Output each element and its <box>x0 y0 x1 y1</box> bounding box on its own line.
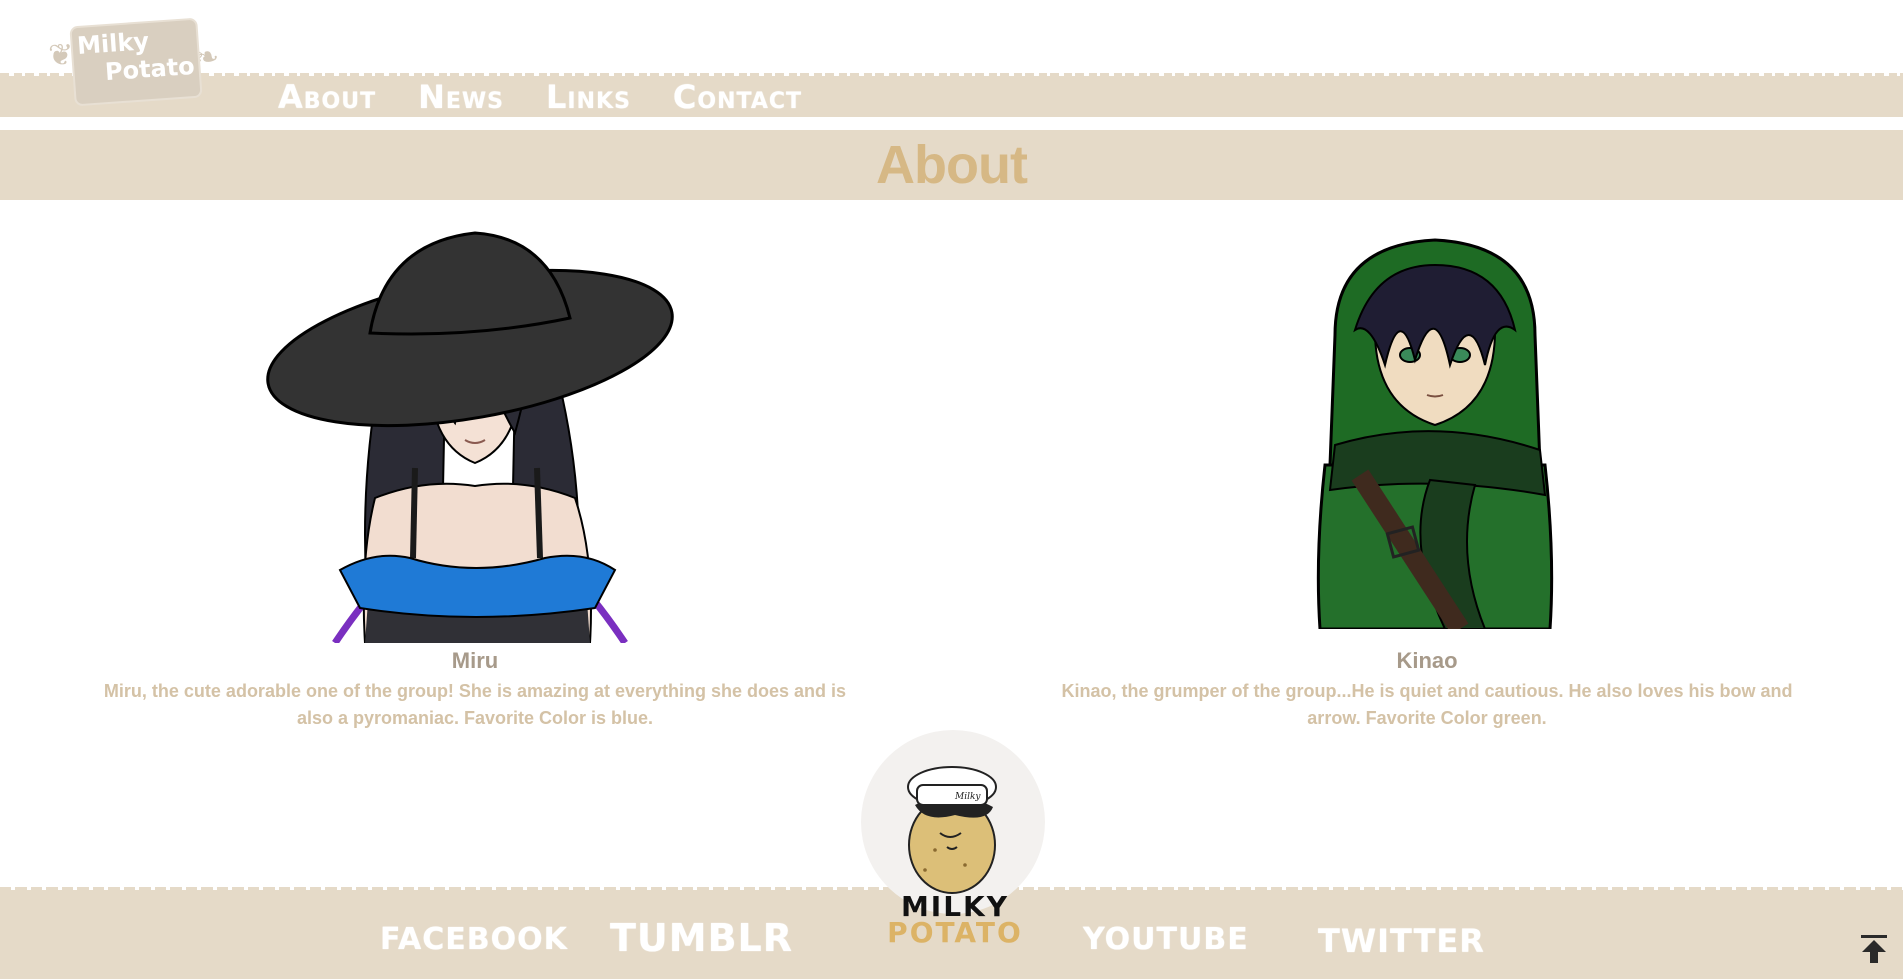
nav-link-links[interactable]: Links <box>546 78 631 116</box>
page-title: About <box>876 135 1028 195</box>
logo-text: Milky Potato <box>76 24 195 88</box>
nav-link-news[interactable]: News <box>418 78 504 116</box>
logo-swirl-left-ornament: ❦ <box>48 38 74 73</box>
back-to-top-button[interactable] <box>1860 934 1888 964</box>
member-description: Miru, the cute adorable one of the group… <box>103 681 847 728</box>
site-logo[interactable]: ❦ ❧ Milky Potato <box>48 10 224 106</box>
member-card-kinao: Kinao Kinao, the grumper of the group...… <box>1042 648 1812 732</box>
arrow-up-bar-icon <box>1861 935 1887 963</box>
main-nav: About News Links Contact <box>278 76 802 117</box>
potato-mascot-icon: Milky <box>907 766 997 894</box>
footer-link-twitter[interactable]: TWITTER <box>1318 922 1485 960</box>
footer-link-facebook[interactable]: FACEBOOK <box>380 922 568 957</box>
footer-link-tumblr[interactable]: TUMBLR <box>610 916 793 960</box>
hat-text: Milky <box>954 792 981 802</box>
miru-portrait <box>266 231 674 643</box>
member-card-miru: Miru Miru, the cute adorable one of the … <box>90 648 860 732</box>
nav-link-contact[interactable]: Contact <box>673 78 802 116</box>
footer-link-youtube[interactable]: YOUTUBE <box>1083 922 1249 957</box>
kinao-portrait <box>1316 238 1554 629</box>
member-name: Kinao <box>1396 648 1458 673</box>
nav-link-about[interactable]: About <box>278 78 376 116</box>
member-description: Kinao, the grumper of the group...He is … <box>1061 681 1793 728</box>
member-name: Miru <box>451 648 499 673</box>
brand-line-2: POTATO <box>887 916 1023 949</box>
